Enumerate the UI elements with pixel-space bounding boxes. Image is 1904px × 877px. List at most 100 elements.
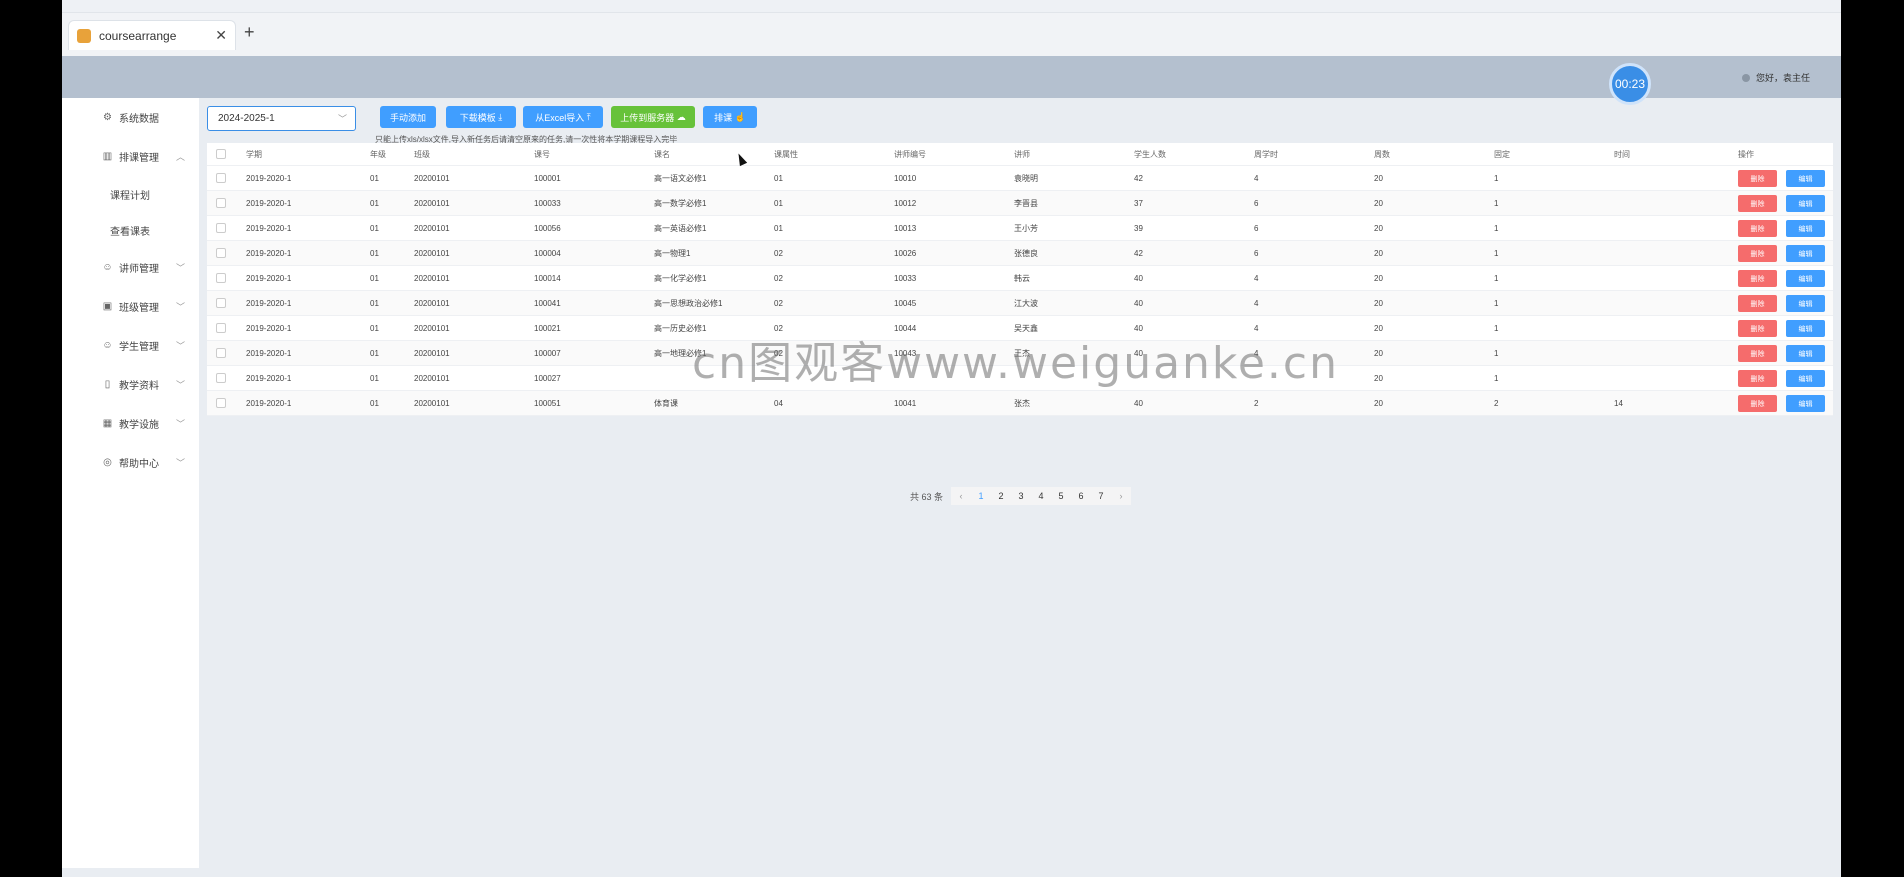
- sidebar-item-help-center[interactable]: ◎ 帮助中心 ﹀: [62, 443, 199, 482]
- cell-course-id: 100041: [534, 298, 561, 308]
- cell-course-id: 100014: [534, 273, 561, 283]
- page-2[interactable]: 2: [991, 487, 1012, 505]
- upload-server-button[interactable]: 上传到服务器 ☁: [611, 106, 695, 128]
- cell-fixed: 1: [1494, 348, 1499, 358]
- sidebar-item-teaching-materials[interactable]: ▯ 教学资料 ﹀: [62, 365, 199, 404]
- app-header: [62, 56, 1841, 98]
- edit-button[interactable]: 编辑: [1786, 295, 1825, 312]
- cell-weekly-hours: 4: [1254, 173, 1259, 183]
- new-tab-button[interactable]: +: [244, 22, 255, 43]
- delete-button[interactable]: 删除: [1738, 220, 1777, 237]
- sidebar-item-class-management[interactable]: ▣ 班级管理 ﹀: [62, 287, 199, 326]
- semester-select[interactable]: 2024-2025-1 ﹀: [207, 106, 356, 131]
- close-icon[interactable]: ✕: [215, 27, 227, 44]
- cell-weeks: 20: [1374, 248, 1383, 258]
- cell-semester: 2019-2020-1: [246, 348, 292, 358]
- cell-semester: 2019-2020-1: [246, 173, 292, 183]
- cell-course-name: 高一化学必修1: [654, 273, 707, 283]
- cell-students: 40: [1134, 398, 1143, 408]
- import-excel-button[interactable]: 从Excel导入 ⤒: [523, 106, 603, 128]
- chevron-down-icon: ﹀: [176, 302, 186, 312]
- page-1[interactable]: 1: [971, 487, 992, 505]
- row-checkbox[interactable]: [216, 341, 226, 365]
- sidebar-subitem-course-plan[interactable]: 课程计划: [62, 176, 199, 212]
- user-icon: ☺: [102, 262, 113, 273]
- row-checkbox[interactable]: [216, 241, 226, 265]
- delete-button[interactable]: 删除: [1738, 395, 1777, 412]
- edit-button[interactable]: 编辑: [1786, 370, 1825, 387]
- chevron-down-icon: ﹀: [176, 341, 186, 351]
- cell-weekly-hours: 6: [1254, 198, 1259, 208]
- sidebar-item-teacher-management[interactable]: ☺ 讲师管理 ﹀: [62, 248, 199, 287]
- cell-grade: 01: [370, 223, 379, 233]
- edit-button[interactable]: 编辑: [1786, 195, 1825, 212]
- cell-fixed: 2: [1494, 398, 1499, 408]
- next-page-button[interactable]: ›: [1111, 487, 1132, 505]
- delete-button[interactable]: 删除: [1738, 295, 1777, 312]
- user-info[interactable]: 您好，袁主任: [1742, 71, 1810, 84]
- row-checkbox[interactable]: [216, 216, 226, 240]
- cell-course-id: 100056: [534, 223, 561, 233]
- delete-button[interactable]: 删除: [1738, 345, 1777, 362]
- sidebar-item-teaching-facilities[interactable]: ▦ 教学设施 ﹀: [62, 404, 199, 443]
- delete-button[interactable]: 删除: [1738, 195, 1777, 212]
- delete-button[interactable]: 删除: [1738, 320, 1777, 337]
- header-course-name: 课名: [654, 149, 670, 159]
- cell-class: 20200101: [414, 373, 450, 383]
- sidebar-item-label: 讲师管理: [119, 264, 159, 275]
- cell-students: 40: [1134, 298, 1143, 308]
- cell-students: 42: [1134, 248, 1143, 258]
- row-checkbox[interactable]: [216, 291, 226, 315]
- cell-fixed: 1: [1494, 223, 1499, 233]
- sidebar-item-schedule-management[interactable]: ▥ 排课管理 ︿: [62, 137, 199, 176]
- cell-course-name: 高一语文必修1: [654, 173, 707, 183]
- row-checkbox[interactable]: [216, 191, 226, 215]
- row-checkbox[interactable]: [216, 166, 226, 190]
- cell-course-attr: 02: [774, 298, 783, 308]
- sidebar-item-label: 教学设施: [119, 420, 159, 431]
- page-4[interactable]: 4: [1031, 487, 1052, 505]
- cell-grade: 01: [370, 373, 379, 383]
- cell-course-attr: 04: [774, 398, 783, 408]
- cell-weeks: 20: [1374, 298, 1383, 308]
- cell-teacher: 李晋县: [1014, 198, 1038, 208]
- edit-button[interactable]: 编辑: [1786, 245, 1825, 262]
- table-row: 2019-2020-1 01 20200101 100001 高一语文必修1 01 1001…: [207, 166, 1833, 191]
- download-template-button[interactable]: 下载模板 ⤓: [446, 106, 516, 128]
- edit-button[interactable]: 编辑: [1786, 395, 1825, 412]
- row-checkbox[interactable]: [216, 266, 226, 290]
- prev-page-button[interactable]: ‹: [951, 487, 972, 505]
- sidebar-item-system-data[interactable]: ⚙ 系统数据: [62, 98, 199, 137]
- delete-button[interactable]: 删除: [1738, 170, 1777, 187]
- cell-students: 40: [1134, 273, 1143, 283]
- header-weeks: 周数: [1374, 149, 1390, 159]
- arrange-button[interactable]: 排课 ☝: [703, 106, 757, 128]
- row-checkbox[interactable]: [216, 366, 226, 390]
- chevron-down-icon: ﹀: [176, 419, 186, 429]
- edit-button[interactable]: 编辑: [1786, 320, 1825, 337]
- delete-button[interactable]: 删除: [1738, 245, 1777, 262]
- row-checkbox[interactable]: [216, 316, 226, 340]
- delete-button[interactable]: 删除: [1738, 370, 1777, 387]
- edit-button[interactable]: 编辑: [1786, 345, 1825, 362]
- sidebar-item-student-management[interactable]: ☺ 学生管理 ﹀: [62, 326, 199, 365]
- edit-button[interactable]: 编辑: [1786, 170, 1825, 187]
- cell-course-id: 100004: [534, 248, 561, 258]
- chevron-up-icon: ︿: [176, 152, 186, 162]
- browser-tab[interactable]: coursearrange ✕: [68, 20, 236, 50]
- edit-button[interactable]: 编辑: [1786, 270, 1825, 287]
- manual-add-button[interactable]: 手动添加: [380, 106, 436, 128]
- page-5[interactable]: 5: [1051, 487, 1072, 505]
- cell-teacher-id: 10041: [894, 398, 917, 408]
- page-3[interactable]: 3: [1011, 487, 1032, 505]
- delete-button[interactable]: 删除: [1738, 270, 1777, 287]
- watermark: cn图观客www.weiguanke.cn: [692, 338, 1339, 389]
- sidebar-subitem-view-timetable[interactable]: 查看课表: [62, 212, 199, 248]
- sidebar-item-label: 教学资料: [119, 381, 159, 392]
- cell-course-id: 100007: [534, 348, 561, 358]
- row-checkbox[interactable]: [216, 391, 226, 415]
- edit-button[interactable]: 编辑: [1786, 220, 1825, 237]
- select-all-checkbox[interactable]: [216, 143, 226, 165]
- page-7[interactable]: 7: [1091, 487, 1112, 505]
- page-6[interactable]: 6: [1071, 487, 1092, 505]
